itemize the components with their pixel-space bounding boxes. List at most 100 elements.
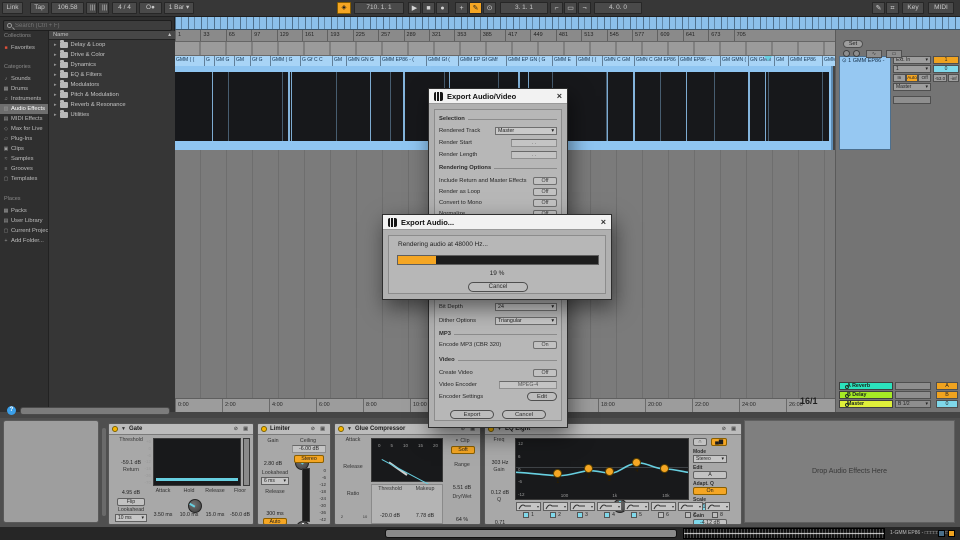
arrangement-clip[interactable]: GMN C GM EP86: [635, 56, 679, 66]
status-scrollbar[interactable]: [385, 529, 677, 538]
crossfade-chooser[interactable]: B 1/2 ▾: [895, 400, 931, 408]
device-glue-compressor[interactable]: ▼ Glue Compressor ⊘ ▣ Attack Release Rat…: [334, 423, 481, 525]
list-item[interactable]: ▸ Drive & Color: [49, 50, 175, 60]
metronome-toggle[interactable]: O●: [139, 2, 162, 14]
quantize-menu[interactable]: 1 Bar ▾: [164, 2, 194, 14]
preview-icon[interactable]: [845, 385, 849, 389]
sidebar-item-category[interactable]: ≈ Samples: [0, 154, 48, 164]
computer-midi-keyboard-icon[interactable]: ⌗: [886, 2, 899, 14]
auto-release-button[interactable]: Auto: [263, 518, 287, 524]
arrangement-clip[interactable]: G Gf C C: [301, 56, 333, 66]
expand-triangle-icon[interactable]: ▸: [54, 42, 57, 48]
automation-mode-icon[interactable]: ∿: [866, 50, 882, 58]
filter-type-chooser[interactable]: ▾: [624, 502, 649, 511]
track-header[interactable]: ⊙ 1 GMM EP86 -: [839, 56, 891, 150]
device-limiter[interactable]: Limiter ⊘ ▣ Gain 2.80 dB Ceiling -6.00 d…: [257, 423, 331, 525]
arrangement-overview[interactable]: [175, 17, 960, 30]
arrangement-clip[interactable]: GMM EP(: [823, 56, 835, 66]
sidebar-item-category[interactable]: ▦ Drums: [0, 84, 48, 94]
filter-type-chooser[interactable]: ▾: [651, 502, 676, 511]
filter-type-chooser[interactable]: ▾: [543, 502, 568, 511]
dialog-title-bar[interactable]: Export Audio... ×: [383, 215, 611, 230]
filter-type-chooser[interactable]: ▾: [597, 502, 622, 511]
sidebar-item-category[interactable]: ▢ Templates: [0, 174, 48, 184]
band-enable-checkbox[interactable]: [631, 512, 638, 518]
sidebar-item-category[interactable]: ▤ MIDI Effects: [0, 114, 48, 124]
track-activator[interactable]: 1: [933, 56, 959, 64]
new-button[interactable]: +: [455, 2, 468, 14]
list-item[interactable]: ▸ Pitch & Modulation: [49, 90, 175, 100]
output-gain-field[interactable]: -4.12 dB: [693, 519, 727, 524]
band-enable-checkbox[interactable]: [658, 512, 665, 518]
rendered-track-chooser[interactable]: Master ▾: [495, 126, 557, 135]
expand-triangle-icon[interactable]: ▸: [54, 62, 57, 68]
list-item[interactable]: ▸ Reverb & Resonance: [49, 100, 175, 110]
device-scrollbar[interactable]: [102, 428, 106, 516]
drop-audio-effects-area[interactable]: Drop Audio Effects Here: [744, 420, 955, 523]
band-enable-checkbox[interactable]: [523, 512, 530, 518]
lookahead-chooser[interactable]: 6 ms ▾: [261, 477, 289, 485]
capture-midi-button[interactable]: ⊙: [483, 2, 496, 14]
band-enable-checkbox[interactable]: [712, 512, 719, 518]
close-icon[interactable]: ×: [601, 217, 606, 227]
loop-toggle[interactable]: ▭: [564, 2, 577, 14]
bit-depth-chooser[interactable]: 24 ▾: [495, 302, 557, 311]
sidebar-item-place[interactable]: ▢ Current Projec: [0, 226, 48, 236]
monitor-auto[interactable]: Auto: [905, 74, 919, 82]
link-button[interactable]: Link: [2, 2, 23, 14]
time-signature-field[interactable]: 4 / 4: [112, 2, 137, 14]
midi-map-button[interactable]: MIDI: [928, 2, 954, 14]
io-toggle-icon[interactable]: ▭: [886, 50, 902, 58]
list-header[interactable]: Name ▴: [49, 31, 175, 40]
filter-type-chooser[interactable]: ▾: [570, 502, 595, 511]
sidebar-item-category[interactable]: ▣ Clips: [0, 144, 48, 154]
create-video-toggle[interactable]: Off: [533, 368, 557, 377]
clip-waveform-thumbnail[interactable]: [683, 528, 885, 539]
tap-button[interactable]: Tap: [30, 2, 49, 14]
send-b-badge[interactable]: B: [936, 391, 958, 399]
arrangement-clip[interactable]: GMM ( G: [271, 56, 301, 66]
arrangement-clip[interactable]: GMM EP86 - (: [679, 56, 721, 66]
device-activator-icon[interactable]: [112, 426, 118, 432]
fold-triangle-icon[interactable]: ▼: [347, 426, 352, 432]
info-view-icon[interactable]: ?: [7, 406, 16, 415]
search-input[interactable]: [15, 22, 155, 29]
band-enable-checkbox[interactable]: [550, 512, 557, 518]
play-button[interactable]: ▶: [408, 2, 421, 14]
expand-triangle-icon[interactable]: ▸: [54, 102, 57, 108]
hot-swap-icon[interactable]: ⊘ ▣: [234, 426, 250, 432]
mode-chooser[interactable]: Stereo ▾: [693, 455, 727, 463]
cancel-button[interactable]: Cancel: [468, 282, 528, 292]
sidebar-item-category[interactable]: ♪ Sounds: [0, 74, 48, 84]
fold-triangle-icon[interactable]: ▼: [121, 426, 126, 432]
send-a-badge[interactable]: A: [936, 382, 958, 390]
sidebar-item-category[interactable]: ♫ Instruments: [0, 94, 48, 104]
arrangement-clip[interactable]: G: [205, 56, 215, 66]
dither-options-chooser[interactable]: Triangular ▾: [495, 316, 557, 325]
arrangement-clip[interactable]: GMM E: [553, 56, 577, 66]
arrangement-clip[interactable]: Gf G: [251, 56, 271, 66]
sidebar-item-place[interactable]: + Add Folder...: [0, 236, 48, 246]
list-item[interactable]: ▸ EQ & Filters: [49, 70, 175, 80]
arrangement-clip[interactable]: GM: [333, 56, 347, 66]
monitor-in[interactable]: In: [893, 74, 906, 82]
encoder-settings-edit-button[interactable]: Edit: [527, 392, 557, 401]
render-start-field[interactable]: . .: [511, 138, 557, 147]
arrangement-clip[interactable]: GMM ( (: [577, 56, 603, 66]
punch-in-icon[interactable]: ⌐: [550, 2, 563, 14]
cancel-button[interactable]: Cancel: [502, 410, 546, 419]
arrangement-clip[interactable]: GM: [775, 56, 789, 66]
locator-row[interactable]: [175, 42, 835, 56]
record-button[interactable]: ●: [436, 2, 449, 14]
arrangement-position-field[interactable]: 710. 1. 1: [354, 2, 404, 14]
sidebar-item-place[interactable]: ▤ User Library: [0, 216, 48, 226]
loop-end-marker[interactable]: [764, 56, 772, 61]
list-item[interactable]: ▸ Utilities: [49, 110, 175, 120]
stereo-mode-button[interactable]: Stereo: [294, 455, 324, 463]
search-box[interactable]: [3, 20, 172, 31]
preview-icon[interactable]: [845, 394, 849, 398]
band-enable-checkbox[interactable]: [685, 512, 692, 518]
beat-time-ruler[interactable]: 1 33 65 97 129 161 193 225 257 289 321 353 385 417 449…: [175, 30, 835, 42]
punch-marker-icon[interactable]: [853, 50, 860, 57]
arrangement-clip[interactable]: GMM EP86 - (: [381, 56, 427, 66]
